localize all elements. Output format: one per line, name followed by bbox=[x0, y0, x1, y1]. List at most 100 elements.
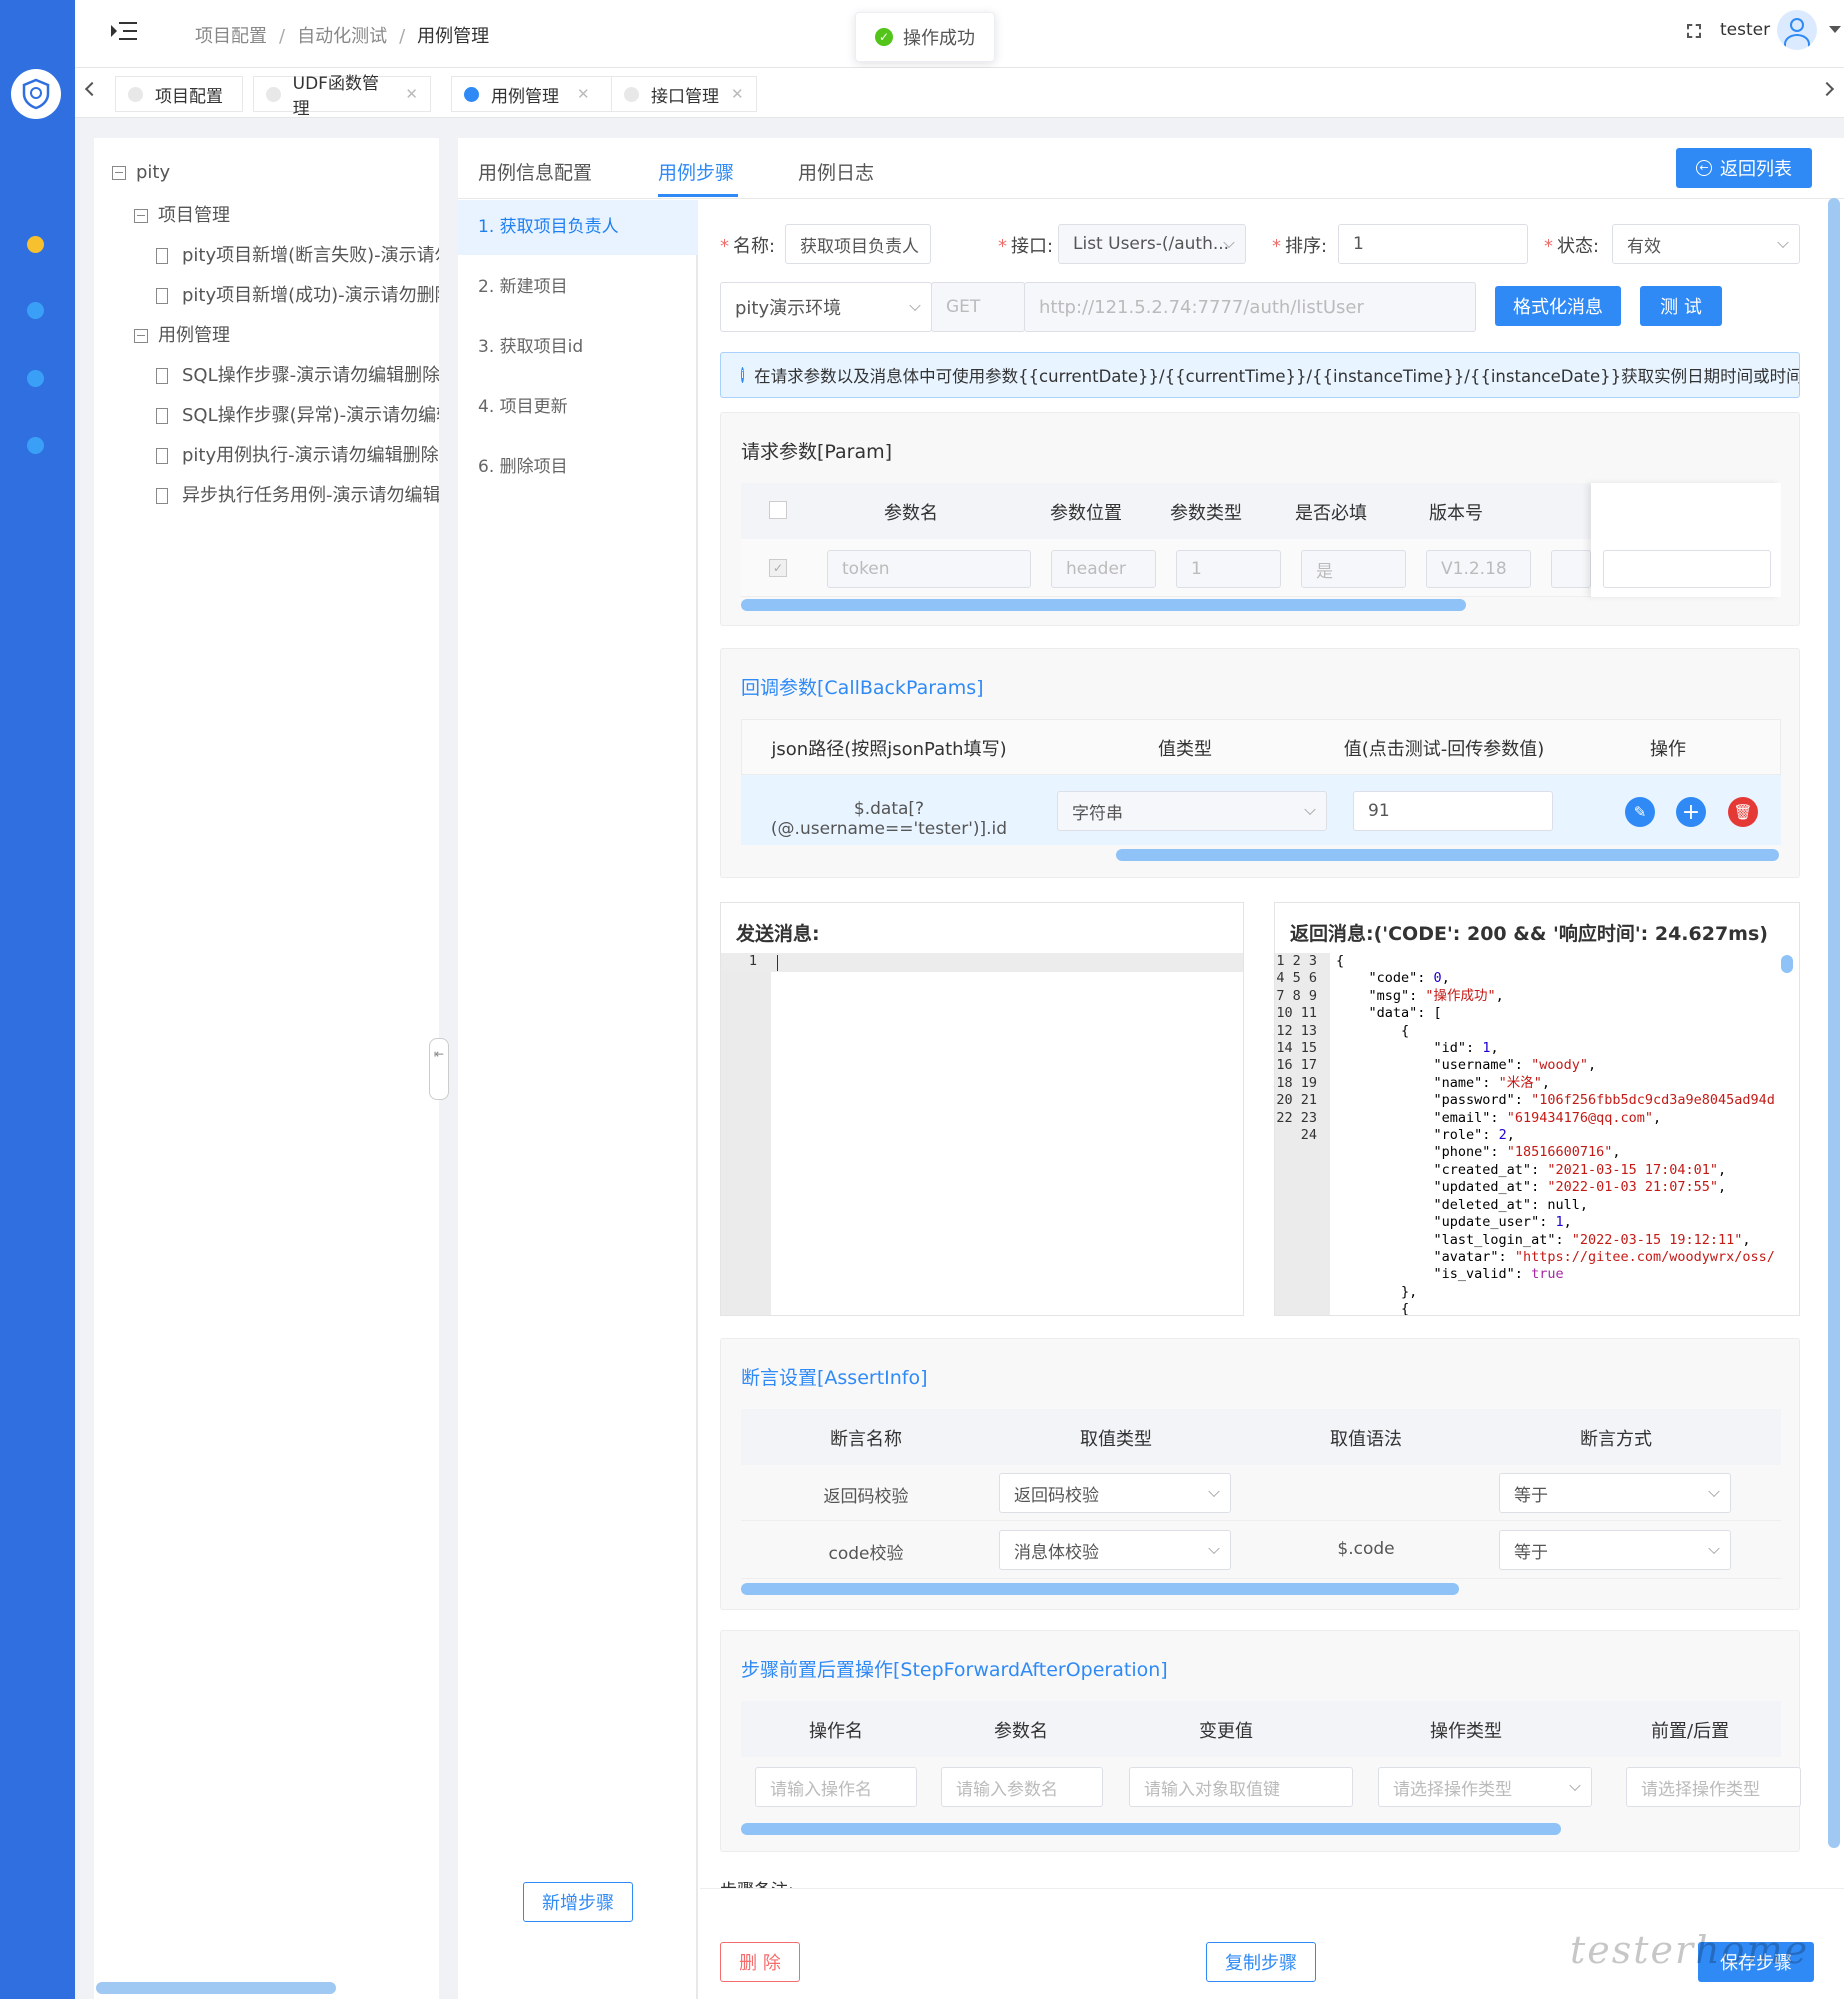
format-message-button[interactable]: 格式化消息 bbox=[1495, 286, 1621, 326]
add-step-button[interactable]: 新增步骤 bbox=[523, 1882, 633, 1922]
callback-value-input[interactable]: 91 bbox=[1353, 791, 1553, 831]
assert-method-select[interactable]: 等于 bbox=[1499, 1473, 1731, 1513]
toast-text: 操作成功 bbox=[903, 28, 975, 49]
splitter-handle[interactable]: ⇤ bbox=[429, 1038, 449, 1100]
step-item[interactable]: 2. 新建项目 bbox=[458, 260, 698, 315]
order-input[interactable]: 1 bbox=[1338, 224, 1528, 264]
status-label: * 状态: bbox=[1544, 236, 1600, 257]
copy-step-button[interactable]: 复制步骤 bbox=[1206, 1942, 1316, 1982]
tree-root[interactable]: pity bbox=[112, 162, 170, 183]
select-all-checkbox[interactable] bbox=[769, 501, 787, 519]
collapse-icon[interactable] bbox=[134, 329, 148, 343]
tab-scroll-right-icon[interactable] bbox=[1819, 81, 1835, 97]
step-operation-card: 步骤前置后置操作[StepForwardAfterOperation] 操作名 … bbox=[720, 1630, 1801, 1852]
column-header: 参数类型 bbox=[1170, 503, 1242, 524]
column-header: 操作类型 bbox=[1430, 1721, 1502, 1742]
tree-group[interactable]: 项目管理 bbox=[134, 201, 230, 227]
tab-project-config[interactable]: 项目配置 bbox=[115, 76, 243, 112]
nav-dot-1[interactable] bbox=[27, 236, 44, 253]
tree-leaf[interactable]: SQL操作步骤-演示请勿编辑删除( bbox=[156, 361, 439, 387]
tree-leaf[interactable]: pity项目新增(成功)-演示请勿删除 bbox=[156, 281, 439, 307]
info-text: 在请求参数以及消息体中可使用参数{{currentDate}}/{{curren… bbox=[754, 367, 1800, 386]
operation-type-select[interactable]: 请选择操作类型 bbox=[1378, 1767, 1592, 1807]
tree-leaf[interactable]: SQL操作步骤(异常)-演示请勿编辑 bbox=[156, 401, 439, 427]
tab-scroll-left-icon[interactable] bbox=[84, 81, 100, 97]
row-checkbox: ✓ bbox=[769, 559, 787, 577]
param-required-input: 是 bbox=[1301, 550, 1406, 588]
operation-name-input[interactable]: 请输入操作名 bbox=[755, 1767, 917, 1807]
name-input[interactable]: 获取项目负责人 bbox=[785, 224, 931, 264]
tree-leaf[interactable]: 异步执行任务用例-演示请勿编辑 bbox=[156, 481, 439, 507]
nav-dot-3[interactable] bbox=[27, 370, 44, 387]
assert-method-select[interactable]: 等于 bbox=[1499, 1530, 1731, 1570]
horizontal-scrollbar[interactable] bbox=[741, 1823, 1561, 1835]
app-logo[interactable] bbox=[11, 69, 61, 119]
select-value: 等于 bbox=[1514, 1542, 1548, 1563]
card-title: 步骤前置后置操作[StepForwardAfterOperation] bbox=[741, 1659, 1168, 1681]
username[interactable]: tester bbox=[1720, 20, 1770, 40]
vertical-scrollbar[interactable] bbox=[1781, 955, 1793, 973]
env-select[interactable]: pity演示环境 bbox=[720, 282, 932, 332]
parameter-name-input[interactable]: 请输入参数名 bbox=[941, 1767, 1103, 1807]
avatar[interactable] bbox=[1777, 10, 1817, 50]
tree-leaf[interactable]: pity用例执行-演示请勿编辑删除( bbox=[156, 441, 439, 467]
assert-source-select[interactable]: 消息体校验 bbox=[999, 1530, 1231, 1570]
back-to-list-button[interactable]: ← 返回列表 bbox=[1676, 148, 1812, 188]
delete-icon[interactable]: 🗑 bbox=[1728, 797, 1758, 827]
horizontal-scrollbar[interactable] bbox=[741, 1583, 1459, 1595]
tab-case-info[interactable]: 用例信息配置 bbox=[478, 158, 592, 185]
file-icon bbox=[156, 288, 168, 304]
select-value: 字符串 bbox=[1072, 803, 1123, 824]
param-type-input: 1 bbox=[1176, 550, 1281, 588]
tree-leaf[interactable]: pity项目新增(断言失败)-演示请勿 bbox=[156, 241, 439, 267]
close-icon[interactable]: ✕ bbox=[405, 85, 418, 103]
status-select[interactable]: 有效 bbox=[1612, 224, 1800, 264]
menu-fold-icon[interactable] bbox=[111, 20, 137, 42]
step-item[interactable]: 6. 删除项目 bbox=[458, 440, 698, 495]
collapse-icon[interactable] bbox=[134, 209, 148, 223]
collapse-icon[interactable] bbox=[112, 166, 126, 180]
code-editor[interactable]: 1 bbox=[721, 953, 1243, 1315]
tab-status-dot bbox=[624, 86, 639, 102]
fullscreen-icon[interactable] bbox=[1687, 24, 1701, 38]
value-type-select[interactable]: 字符串 bbox=[1057, 791, 1327, 831]
close-icon[interactable]: ✕ bbox=[731, 85, 744, 103]
page-scrollbar[interactable] bbox=[1828, 198, 1840, 1848]
step-item[interactable]: 4. 项目更新 bbox=[458, 380, 698, 435]
tree-group[interactable]: 用例管理 bbox=[134, 321, 230, 347]
nav-dot-2[interactable] bbox=[27, 302, 44, 319]
breadcrumb-item[interactable]: 项目配置 bbox=[195, 26, 267, 47]
step-item[interactable]: 1. 获取项目负责人 bbox=[458, 200, 698, 255]
response-json: { "code": 0, "msg": "操作成功", "data": [ { … bbox=[1336, 953, 1775, 1315]
tab-api-manage[interactable]: 接口管理 ✕ bbox=[611, 76, 757, 112]
add-icon[interactable]: + bbox=[1676, 797, 1706, 827]
close-icon[interactable]: ✕ bbox=[577, 85, 590, 103]
change-value-input[interactable]: 请输入对象取值键 bbox=[1129, 1767, 1353, 1807]
tab-case-log[interactable]: 用例日志 bbox=[798, 158, 874, 185]
tab-case-steps[interactable]: 用例步骤 bbox=[658, 158, 734, 185]
tree-node-label: 异步执行任务用例-演示请勿编辑 bbox=[182, 485, 439, 506]
select-value: 消息体校验 bbox=[1014, 1542, 1099, 1563]
tab-udf[interactable]: UDF函数管理 ✕ bbox=[253, 74, 431, 119]
test-button[interactable]: 测 试 bbox=[1640, 286, 1722, 326]
nav-dot-4[interactable] bbox=[27, 437, 44, 454]
back-circle-icon: ← bbox=[1696, 160, 1712, 176]
chevron-down-icon[interactable] bbox=[1829, 26, 1841, 33]
line-gutter bbox=[721, 953, 771, 1315]
horizontal-scrollbar[interactable] bbox=[741, 599, 1466, 611]
assert-source-select[interactable]: 返回码校验 bbox=[999, 1473, 1231, 1513]
breadcrumb-item[interactable]: 自动化测试 bbox=[297, 26, 387, 47]
api-select[interactable]: List Users-(/auth... bbox=[1058, 224, 1246, 264]
chevron-down-icon bbox=[1208, 1485, 1220, 1498]
before-after-select[interactable]: 请选择操作类型 bbox=[1626, 1767, 1801, 1807]
param-value-input[interactable] bbox=[1603, 550, 1771, 588]
edit-icon[interactable]: ✎ bbox=[1625, 797, 1655, 827]
column-header: 前置/后置 bbox=[1651, 1721, 1730, 1742]
case-detail-panel: 用例信息配置 用例步骤 用例日志 ← 返回列表 1. 获取项目负责人 2. 新建项… bbox=[458, 138, 1844, 1999]
delete-step-button[interactable]: 删 除 bbox=[720, 1942, 800, 1982]
tree-scrollbar[interactable] bbox=[96, 1982, 336, 1994]
select-value: 有效 bbox=[1627, 236, 1661, 257]
step-item[interactable]: 3. 获取项目id bbox=[458, 320, 698, 375]
horizontal-scrollbar[interactable] bbox=[1116, 849, 1779, 861]
response-code-editor[interactable]: 1 2 3 4 5 6 7 8 9 10 11 12 13 14 15 16 1… bbox=[1275, 953, 1799, 1315]
